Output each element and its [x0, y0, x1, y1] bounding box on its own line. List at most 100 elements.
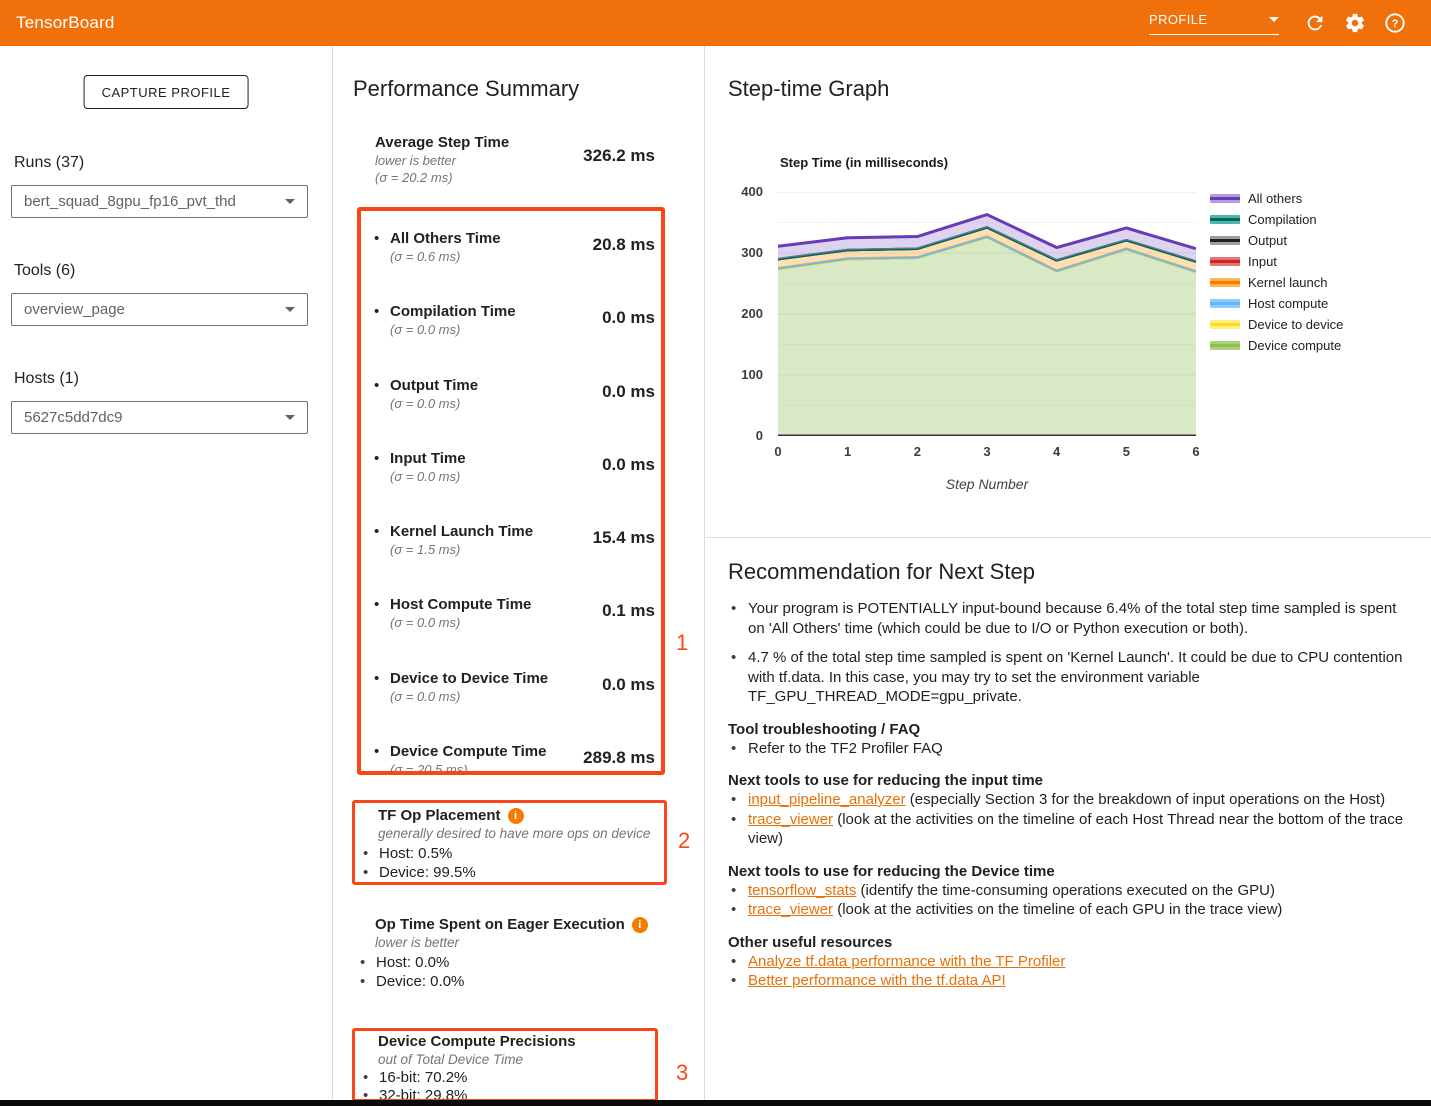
tool-link[interactable]: Better performance with the tf.data API	[748, 972, 1006, 989]
legend-swatch	[1210, 236, 1240, 245]
list-item: Host: 0.0%	[356, 953, 687, 972]
recommendation-bullets: Your program is POTENTIALLY input-bound …	[728, 599, 1405, 707]
sidebar: CAPTURE PROFILE Runs (37) bert_squad_8gp…	[0, 46, 333, 1100]
recommendation-title: Recommendation for Next Step	[728, 559, 1405, 585]
window-bottom-edge	[0, 1100, 1431, 1106]
metric-sigma: (σ = 0.0 ms)	[390, 468, 466, 485]
bullet: •	[374, 377, 390, 450]
annotation-box-1: •All Others Time(σ = 0.6 ms)20.8 ms•Comp…	[357, 207, 665, 775]
metric-text: Compilation Time(σ = 0.0 ms)	[390, 303, 516, 376]
list-item: Device: 0.0%	[356, 972, 687, 991]
legend-swatch	[1210, 278, 1240, 287]
y-tick-label: 200	[719, 306, 763, 321]
metric-value: 326.2 ms	[583, 146, 655, 186]
runs-select[interactable]: bert_squad_8gpu_fp16_pvt_thd	[11, 185, 308, 218]
dashboard-select[interactable]: PROFILE	[1149, 12, 1279, 35]
metric-value: 0.0 ms	[602, 675, 655, 743]
metric-label: All Others Time	[390, 230, 501, 248]
average-step-time: Average Step Time lower is better (σ = 2…	[375, 134, 655, 186]
chevron-down-icon	[285, 415, 295, 420]
metric-value: 0.1 ms	[602, 601, 655, 669]
bullet: •	[374, 670, 390, 743]
metric-note: lower is better	[375, 152, 509, 169]
metric-row: •Input Time(σ = 0.0 ms)0.0 ms	[374, 450, 655, 523]
subsection-item: trace_viewer (look at the activities on …	[728, 810, 1405, 849]
legend-item[interactable]: Device to device	[1210, 314, 1343, 335]
tool-link[interactable]: trace_viewer	[748, 811, 833, 828]
tool-link[interactable]: trace_viewer	[748, 901, 833, 918]
tool-link[interactable]: Analyze tf.data performance with the TF …	[748, 953, 1065, 970]
metric-row: •Device Compute Time(σ = 20.5 ms)289.8 m…	[374, 743, 655, 775]
recommendation-subsection: Next tools to use for reducing the Devic…	[728, 862, 1405, 920]
legend-item[interactable]: Host compute	[1210, 293, 1343, 314]
dashboard-select-value: PROFILE	[1149, 12, 1263, 27]
metric-sigma: (σ = 1.5 ms)	[390, 541, 533, 558]
info-icon[interactable]: i	[632, 917, 648, 933]
tools-select[interactable]: overview_page	[11, 293, 308, 326]
legend-label: Compilation	[1248, 212, 1317, 227]
eager-title: Op Time Spent on Eager Execution i	[375, 916, 687, 933]
subsection-heading: Other useful resources	[728, 933, 1405, 952]
metric-row: •Kernel Launch Time(σ = 1.5 ms)15.4 ms	[374, 523, 655, 596]
legend-label: Host compute	[1248, 296, 1328, 311]
annotation-number-2: 2	[678, 828, 690, 854]
y-tick-label: 300	[719, 245, 763, 260]
tf-op-placement-title: TF Op Placement i	[378, 807, 664, 824]
recommendation-subsection: Other useful resourcesAnalyze tf.data pe…	[728, 933, 1405, 991]
x-axis-label: Step Number	[778, 476, 1196, 492]
legend-swatch	[1210, 320, 1240, 329]
legend-swatch	[1210, 257, 1240, 266]
metric-label: Output Time	[390, 377, 478, 395]
legend-item[interactable]: Device compute	[1210, 335, 1343, 356]
metric-row: •All Others Time(σ = 0.6 ms)20.8 ms	[374, 230, 655, 303]
refresh-icon[interactable]	[1303, 11, 1327, 35]
chart-legend: All others Compilation OutputInput Kernel l…	[1210, 188, 1343, 356]
tool-link[interactable]: input_pipeline_analyzer	[748, 791, 906, 808]
x-tick-label: 2	[905, 444, 929, 459]
eager-subtitle: lower is better	[375, 934, 687, 952]
tools-select-value: overview_page	[24, 301, 285, 318]
hosts-select[interactable]: 5627c5dd7dc9	[11, 401, 308, 434]
metric-sigma: (σ = 0.0 ms)	[390, 614, 531, 631]
subsection-heading: Next tools to use for reducing the input…	[728, 771, 1405, 790]
precisions-subtitle: out of Total Device Time	[378, 1051, 655, 1068]
bullet: •	[374, 596, 390, 669]
legend-item[interactable]: All others	[1210, 188, 1343, 209]
metric-row: •Device to Device Time(σ = 0.0 ms)0.0 ms	[374, 670, 655, 743]
legend-item[interactable]: Output	[1210, 230, 1343, 251]
annotation-number-3: 3	[676, 1060, 688, 1086]
metric-sigma: (σ = 20.2 ms)	[375, 169, 509, 186]
recommendation-section: Recommendation for Next Step Your progra…	[728, 559, 1405, 991]
metric-row: •Compilation Time(σ = 0.0 ms)0.0 ms	[374, 303, 655, 376]
metric-value: 0.0 ms	[602, 382, 655, 450]
gear-icon[interactable]	[1343, 11, 1367, 35]
subsection-item: Better performance with the tf.data API	[728, 971, 1405, 991]
list-item: 16-bit: 70.2%	[359, 1069, 655, 1087]
x-tick-label: 6	[1184, 444, 1208, 459]
legend-swatch	[1210, 299, 1240, 308]
info-icon[interactable]: i	[508, 808, 524, 824]
legend-item[interactable]: Kernel launch	[1210, 272, 1343, 293]
precisions-title: Device Compute Precisions	[378, 1033, 655, 1050]
capture-profile-button[interactable]: CAPTURE PROFILE	[84, 75, 249, 109]
legend-item[interactable]: Compilation	[1210, 209, 1343, 230]
metric-sigma: (σ = 20.5 ms)	[390, 761, 546, 775]
svg-text:?: ?	[1392, 18, 1399, 30]
legend-item[interactable]: Input	[1210, 251, 1343, 272]
legend-label: Device to device	[1248, 317, 1343, 332]
subsection-item: input_pipeline_analyzer (especially Sect…	[728, 790, 1405, 810]
eager-execution-block: Op Time Spent on Eager Execution i lower…	[352, 916, 687, 991]
help-icon[interactable]: ?	[1383, 11, 1407, 35]
recommendation-bullet: Your program is POTENTIALLY input-bound …	[728, 599, 1405, 638]
runs-label: Runs (37)	[14, 154, 84, 172]
bullet: •	[374, 743, 390, 775]
tool-link[interactable]: tensorflow_stats	[748, 882, 856, 899]
step-time-chart[interactable]	[778, 192, 1196, 436]
step-time-graph-title: Step-time Graph	[728, 76, 889, 102]
annotation-box-3: Device Compute Precisions out of Total D…	[352, 1028, 658, 1102]
legend-label: Kernel launch	[1248, 275, 1328, 290]
legend-swatch	[1210, 215, 1240, 224]
chevron-down-icon	[1269, 17, 1279, 22]
metric-label: Input Time	[390, 450, 466, 468]
runs-select-value: bert_squad_8gpu_fp16_pvt_thd	[24, 193, 285, 210]
